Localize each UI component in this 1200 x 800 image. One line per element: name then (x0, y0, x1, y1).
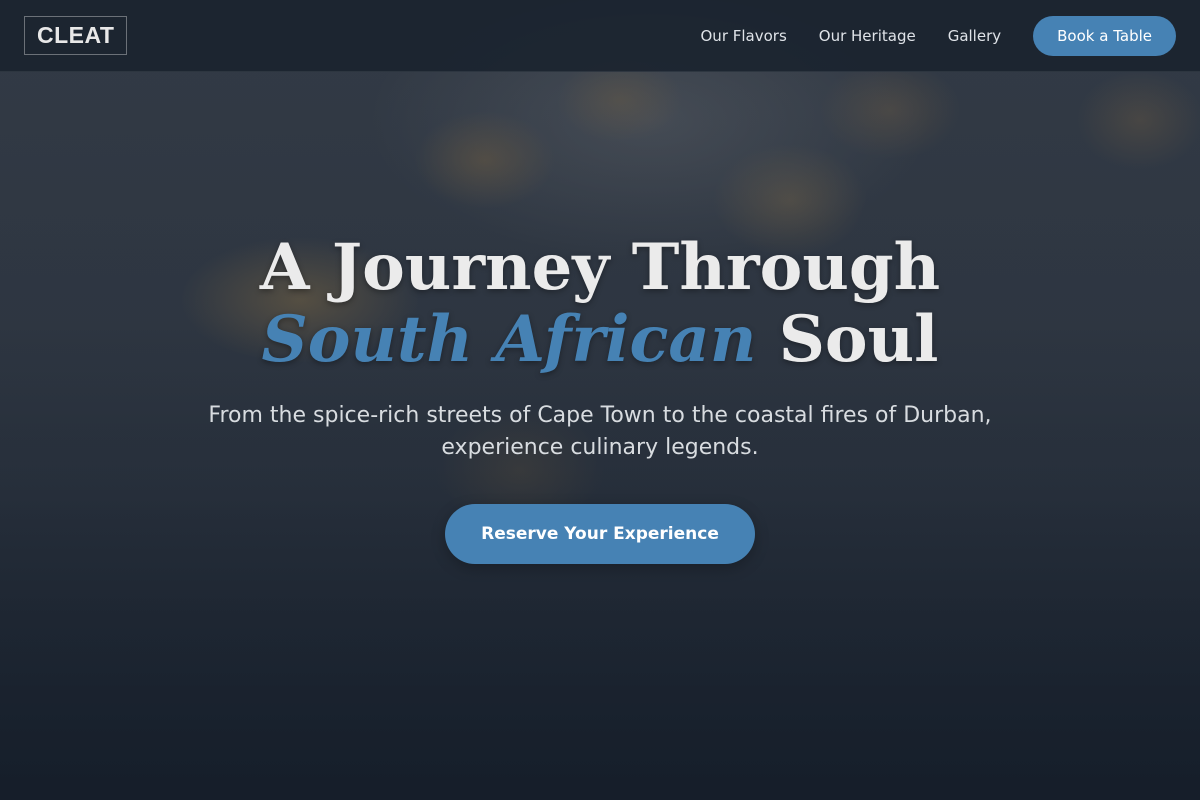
hero-headline: A Journey Through South African Soul (150, 232, 1050, 376)
nav-link-gallery[interactable]: Gallery (948, 27, 1001, 45)
headline-accent-text: South African (261, 302, 757, 377)
book-table-button[interactable]: Book a Table (1033, 15, 1176, 56)
headline-text-part1: A Journey Through (259, 230, 941, 305)
hero-subtitle: From the spice-rich streets of Cape Town… (208, 403, 992, 460)
reserve-experience-button[interactable]: Reserve Your Experience (445, 504, 755, 564)
main-nav: Our Flavors Our Heritage Gallery Book a … (701, 15, 1176, 56)
site-header: CLEAT Our Flavors Our Heritage Gallery B… (0, 0, 1200, 72)
hero-section: A Journey Through South African Soul Fro… (0, 232, 1200, 564)
nav-link-our-flavors[interactable]: Our Flavors (701, 27, 787, 45)
nav-link-our-heritage[interactable]: Our Heritage (819, 27, 916, 45)
page: CLEAT Our Flavors Our Heritage Gallery B… (0, 0, 1200, 800)
logo[interactable]: CLEAT (24, 16, 128, 55)
headline-text-part2: Soul (756, 302, 939, 377)
